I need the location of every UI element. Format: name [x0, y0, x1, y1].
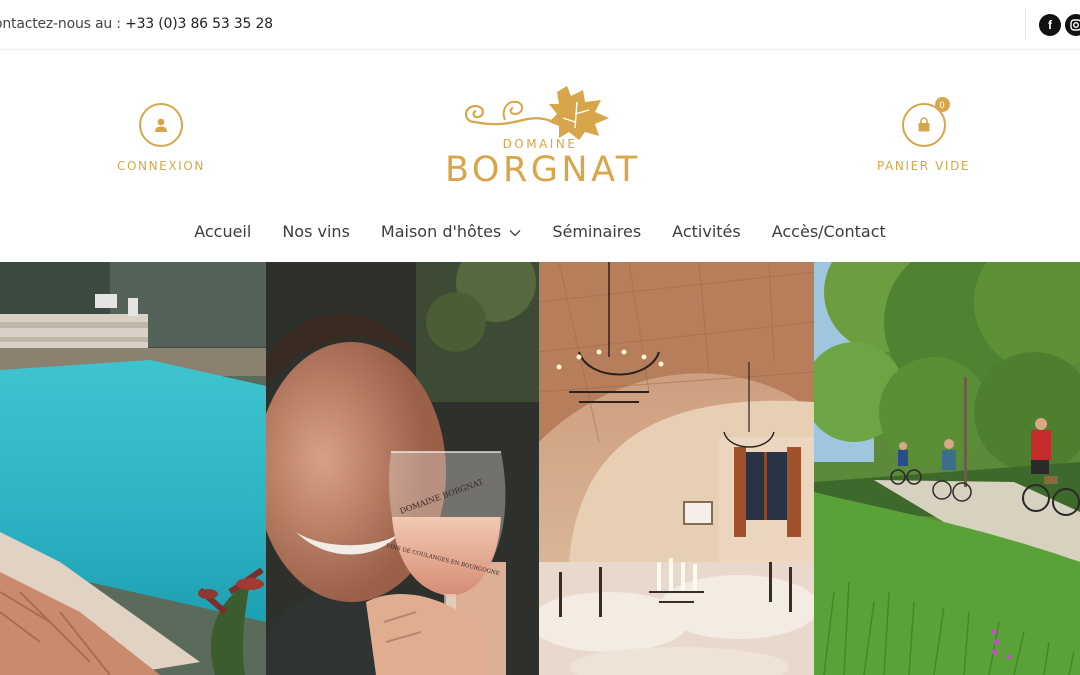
login-button[interactable]: CONNEXION	[117, 103, 205, 173]
nav-item-accueil[interactable]: Accueil	[194, 222, 251, 241]
phone-link[interactable]: +33 (0)3 86 53 35 28	[125, 16, 273, 32]
brand-title: BORGNAT	[445, 150, 641, 190]
nav-item-activites[interactable]: Activités	[672, 222, 741, 241]
login-label: CONNEXION	[117, 159, 205, 173]
top-bar: ontactez-nous au : +33 (0)3 86 53 35 28 …	[0, 0, 1080, 50]
cycling-photo[interactable]	[814, 262, 1080, 675]
pool-photo[interactable]	[0, 262, 266, 675]
winemaker-photo[interactable]: DOMAINE BORGNAT VINS DE COULANGES EN BOU…	[266, 262, 539, 675]
divider	[1025, 8, 1026, 40]
bag-icon: 0	[901, 97, 950, 147]
vine-leaf-logo-icon	[464, 86, 609, 140]
instagram-glyph	[1070, 19, 1080, 31]
photo-gallery: DOMAINE BORGNAT VINS DE COULANGES EN BOU…	[0, 262, 1080, 675]
contact-prefix: ontactez-nous au :	[0, 16, 121, 32]
cellar-dining-photo[interactable]	[539, 262, 814, 675]
cart-button[interactable]: 0 PANIER VIDE	[877, 97, 971, 173]
main-nav: Accueil Nos vins Maison d'hôtes Séminair…	[0, 222, 1080, 241]
cart-count-badge: 0	[934, 97, 950, 112]
instagram-icon[interactable]	[1065, 14, 1080, 36]
user-icon	[138, 103, 183, 147]
chevron-down-icon	[509, 230, 521, 237]
nav-item-seminaires[interactable]: Séminaires	[552, 222, 641, 241]
nav-item-label: Maison d'hôtes	[380, 222, 502, 241]
brand-subtitle: DOMAINE	[502, 137, 578, 151]
facebook-glyph: f	[1048, 18, 1052, 32]
contact-line: ontactez-nous au : +33 (0)3 86 53 35 28	[0, 16, 273, 32]
nav-item-maison-hotes[interactable]: Maison d'hôtes	[381, 222, 521, 241]
brand-logo[interactable]: DOMAINE BORGNAT	[445, 82, 641, 192]
nav-item-nos-vins[interactable]: Nos vins	[282, 222, 350, 241]
nav-item-acces-contact[interactable]: Accès/Contact	[772, 222, 886, 241]
facebook-icon[interactable]: f	[1039, 14, 1061, 36]
cart-label: PANIER VIDE	[877, 159, 971, 173]
